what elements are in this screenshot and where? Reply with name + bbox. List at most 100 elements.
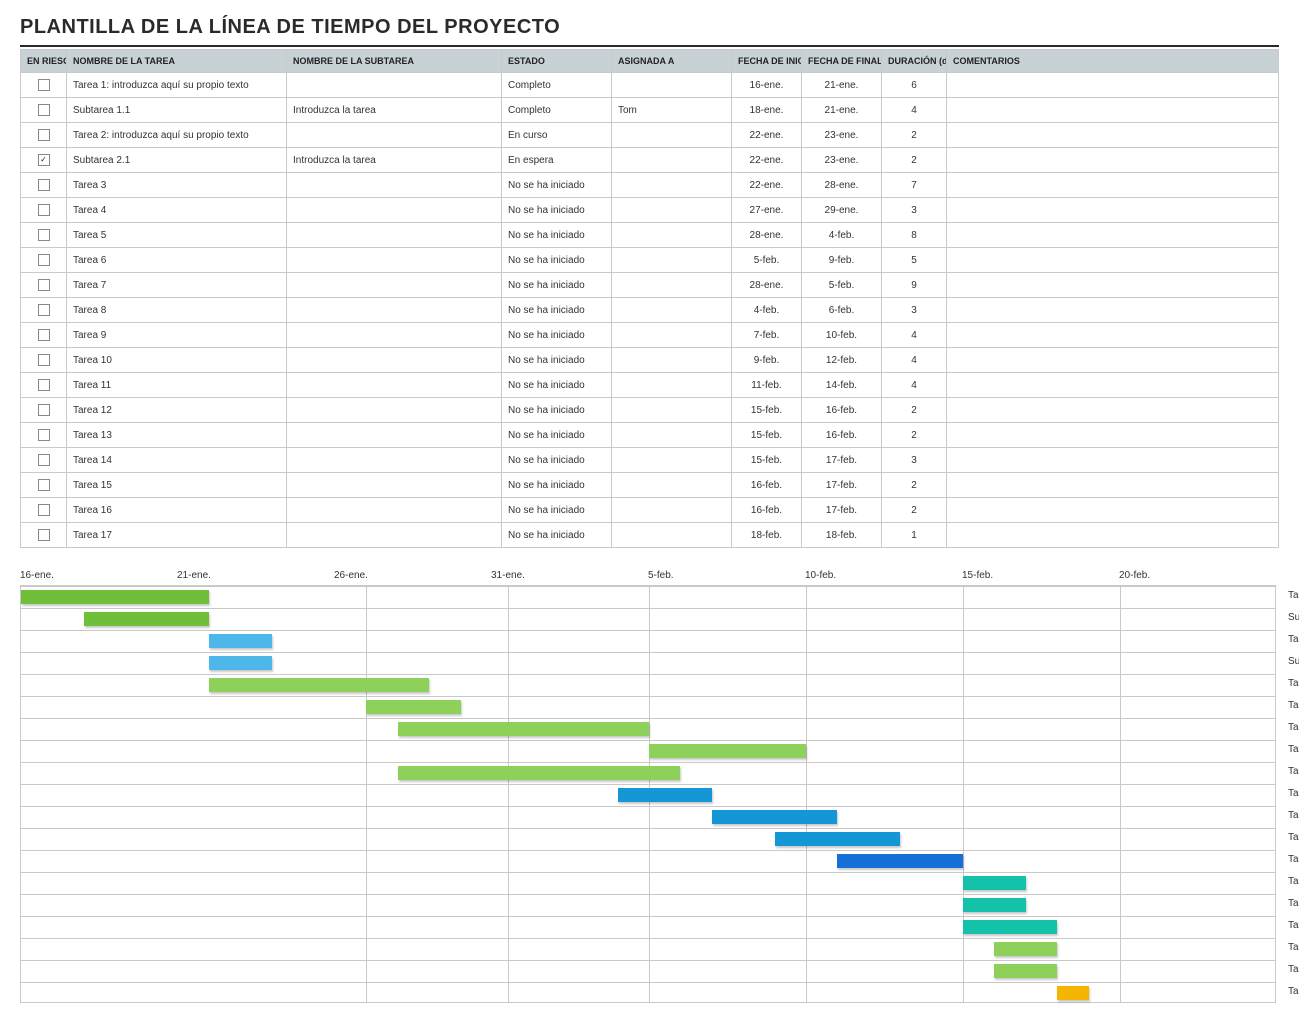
status-cell[interactable]: No se ha iniciado bbox=[502, 323, 612, 348]
gantt-bar[interactable] bbox=[963, 898, 1026, 912]
comments-cell[interactable] bbox=[947, 323, 1279, 348]
status-cell[interactable]: No se ha iniciado bbox=[502, 448, 612, 473]
status-cell[interactable]: No se ha iniciado bbox=[502, 373, 612, 398]
start-cell[interactable]: 27-ene. bbox=[732, 198, 802, 223]
task-cell[interactable]: Tarea 12 bbox=[67, 398, 287, 423]
gantt-bar[interactable] bbox=[994, 964, 1057, 978]
status-cell[interactable]: Completo bbox=[502, 98, 612, 123]
gantt-bar[interactable] bbox=[994, 942, 1057, 956]
assigned-cell[interactable] bbox=[612, 248, 732, 273]
end-cell[interactable]: 23-ene. bbox=[802, 123, 882, 148]
status-cell[interactable]: No se ha iniciado bbox=[502, 273, 612, 298]
risk-cell[interactable] bbox=[21, 498, 67, 523]
end-cell[interactable]: 17-feb. bbox=[802, 448, 882, 473]
gantt-bar[interactable] bbox=[618, 788, 712, 802]
subtask-cell[interactable] bbox=[287, 523, 502, 548]
risk-checkbox[interactable] bbox=[38, 379, 50, 391]
end-cell[interactable]: 18-feb. bbox=[802, 523, 882, 548]
dur-cell[interactable]: 3 bbox=[882, 448, 947, 473]
task-cell[interactable]: Tarea 16 bbox=[67, 498, 287, 523]
comments-cell[interactable] bbox=[947, 423, 1279, 448]
subtask-cell[interactable] bbox=[287, 423, 502, 448]
risk-cell[interactable] bbox=[21, 273, 67, 298]
assigned-cell[interactable] bbox=[612, 273, 732, 298]
dur-cell[interactable]: 7 bbox=[882, 173, 947, 198]
dur-cell[interactable]: 2 bbox=[882, 148, 947, 173]
end-cell[interactable]: 16-feb. bbox=[802, 398, 882, 423]
task-cell[interactable]: Tarea 5 bbox=[67, 223, 287, 248]
end-cell[interactable]: 17-feb. bbox=[802, 473, 882, 498]
status-cell[interactable]: En curso bbox=[502, 123, 612, 148]
risk-checkbox[interactable] bbox=[38, 254, 50, 266]
dur-cell[interactable]: 9 bbox=[882, 273, 947, 298]
start-cell[interactable]: 18-feb. bbox=[732, 523, 802, 548]
status-cell[interactable]: Completo bbox=[502, 73, 612, 98]
risk-checkbox[interactable]: ✓ bbox=[38, 154, 50, 166]
assigned-cell[interactable] bbox=[612, 348, 732, 373]
start-cell[interactable]: 7-feb. bbox=[732, 323, 802, 348]
assigned-cell[interactable] bbox=[612, 523, 732, 548]
end-cell[interactable]: 29-ene. bbox=[802, 198, 882, 223]
subtask-cell[interactable] bbox=[287, 448, 502, 473]
risk-cell[interactable] bbox=[21, 223, 67, 248]
risk-checkbox[interactable] bbox=[38, 479, 50, 491]
comments-cell[interactable] bbox=[947, 248, 1279, 273]
end-cell[interactable]: 5-feb. bbox=[802, 273, 882, 298]
assigned-cell[interactable] bbox=[612, 473, 732, 498]
status-cell[interactable]: No se ha iniciado bbox=[502, 498, 612, 523]
comments-cell[interactable] bbox=[947, 398, 1279, 423]
assigned-cell[interactable] bbox=[612, 198, 732, 223]
start-cell[interactable]: 15-feb. bbox=[732, 448, 802, 473]
risk-cell[interactable] bbox=[21, 423, 67, 448]
gantt-bar[interactable] bbox=[963, 920, 1057, 934]
dur-cell[interactable]: 3 bbox=[882, 198, 947, 223]
comments-cell[interactable] bbox=[947, 123, 1279, 148]
end-cell[interactable]: 12-feb. bbox=[802, 348, 882, 373]
start-cell[interactable]: 28-ene. bbox=[732, 273, 802, 298]
start-cell[interactable]: 16-feb. bbox=[732, 473, 802, 498]
end-cell[interactable]: 21-ene. bbox=[802, 73, 882, 98]
gantt-bar[interactable] bbox=[649, 744, 806, 758]
status-cell[interactable]: En espera bbox=[502, 148, 612, 173]
risk-checkbox[interactable] bbox=[38, 204, 50, 216]
risk-checkbox[interactable] bbox=[38, 354, 50, 366]
risk-checkbox[interactable] bbox=[38, 229, 50, 241]
assigned-cell[interactable]: Tom bbox=[612, 98, 732, 123]
gantt-bar[interactable] bbox=[209, 634, 272, 648]
subtask-cell[interactable]: Introduzca la tarea bbox=[287, 98, 502, 123]
gantt-bar[interactable] bbox=[712, 810, 838, 824]
task-cell[interactable]: Tarea 6 bbox=[67, 248, 287, 273]
dur-cell[interactable]: 2 bbox=[882, 473, 947, 498]
task-cell[interactable]: Tarea 7 bbox=[67, 273, 287, 298]
dur-cell[interactable]: 8 bbox=[882, 223, 947, 248]
gantt-bar[interactable] bbox=[209, 656, 272, 670]
risk-checkbox[interactable] bbox=[38, 279, 50, 291]
status-cell[interactable]: No se ha iniciado bbox=[502, 298, 612, 323]
start-cell[interactable]: 28-ene. bbox=[732, 223, 802, 248]
start-cell[interactable]: 16-ene. bbox=[732, 73, 802, 98]
status-cell[interactable]: No se ha iniciado bbox=[502, 348, 612, 373]
subtask-cell[interactable] bbox=[287, 248, 502, 273]
risk-checkbox[interactable] bbox=[38, 454, 50, 466]
dur-cell[interactable]: 2 bbox=[882, 423, 947, 448]
status-cell[interactable]: No se ha iniciado bbox=[502, 523, 612, 548]
assigned-cell[interactable] bbox=[612, 223, 732, 248]
comments-cell[interactable] bbox=[947, 348, 1279, 373]
assigned-cell[interactable] bbox=[612, 148, 732, 173]
risk-checkbox[interactable] bbox=[38, 529, 50, 541]
dur-cell[interactable]: 4 bbox=[882, 348, 947, 373]
task-cell[interactable]: Tarea 8 bbox=[67, 298, 287, 323]
dur-cell[interactable]: 1 bbox=[882, 523, 947, 548]
subtask-cell[interactable] bbox=[287, 398, 502, 423]
comments-cell[interactable] bbox=[947, 498, 1279, 523]
risk-cell[interactable] bbox=[21, 373, 67, 398]
end-cell[interactable]: 14-feb. bbox=[802, 373, 882, 398]
end-cell[interactable]: 4-feb. bbox=[802, 223, 882, 248]
subtask-cell[interactable] bbox=[287, 223, 502, 248]
risk-cell[interactable] bbox=[21, 298, 67, 323]
gantt-bar[interactable] bbox=[366, 700, 460, 714]
comments-cell[interactable] bbox=[947, 223, 1279, 248]
status-cell[interactable]: No se ha iniciado bbox=[502, 173, 612, 198]
task-cell[interactable]: Subtarea 2.1 bbox=[67, 148, 287, 173]
comments-cell[interactable] bbox=[947, 173, 1279, 198]
